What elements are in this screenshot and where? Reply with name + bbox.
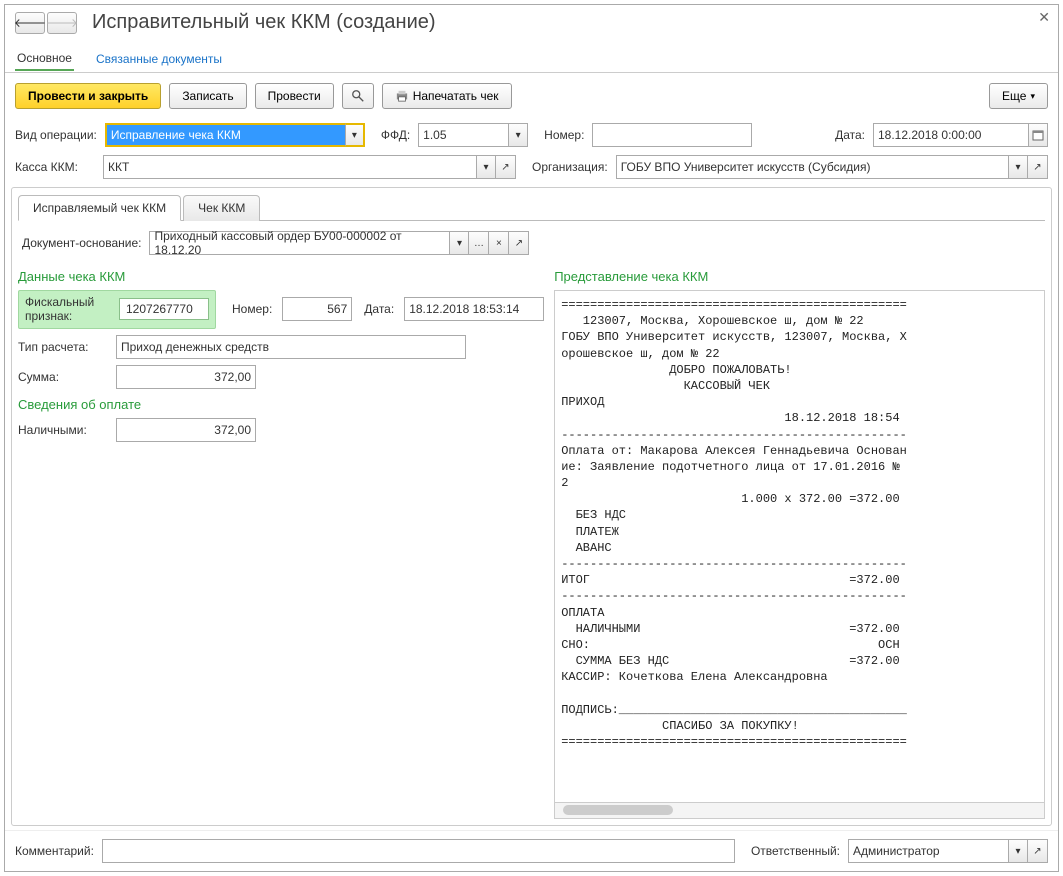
cheque-num-field[interactable]: 567 <box>282 297 352 321</box>
responsible-open-button[interactable]: ↗ <box>1028 839 1048 863</box>
receipt-title: Представление чека ККМ <box>554 269 1045 284</box>
responsible-label: Ответственный: <box>751 844 840 858</box>
responsible-field[interactable]: Администратор <box>848 839 1008 863</box>
chevron-down-icon: ▾ <box>1030 91 1035 102</box>
cheque-date-label: Дата: <box>364 302 394 316</box>
open-icon: ↗ <box>1033 162 1041 173</box>
fiscal-sign-label: Фискальный признак: <box>25 295 113 324</box>
comment-field[interactable] <box>102 839 735 863</box>
basis-open-button[interactable]: ↗ <box>509 231 529 255</box>
kassa-label: Касса ККМ: <box>15 160 95 174</box>
org-open-button[interactable]: ↗ <box>1028 155 1048 179</box>
number-label: Номер: <box>544 128 584 142</box>
cash-field[interactable]: 372,00 <box>116 418 256 442</box>
org-label: Организация: <box>532 160 608 174</box>
nav-forward-button[interactable]: 🡒 <box>47 12 77 34</box>
window-frame: ✕ 🡐 🡒 Исправительный чек ККМ (создание) … <box>4 4 1059 872</box>
doc-basis-row: Документ-основание: Приходный кассовый о… <box>18 221 1045 261</box>
footer: Комментарий: Ответственный: Администрато… <box>5 830 1058 871</box>
basis-select-button[interactable]: … <box>469 231 489 255</box>
view-payments-button[interactable] <box>342 83 374 109</box>
op-type-dropdown-button[interactable]: ▾ <box>345 123 365 147</box>
arrow-left-icon: 🡐 <box>14 15 46 30</box>
print-cheque-label: Напечатать чек <box>413 89 499 103</box>
more-label: Еще <box>1002 89 1026 103</box>
cheque-date-field[interactable]: 18.12.2018 18:53:14 <box>404 297 544 321</box>
open-icon: ↗ <box>1033 846 1041 857</box>
subtabs: Исправляемый чек ККМ Чек ККМ <box>18 194 1045 221</box>
sum-field[interactable]: 372,00 <box>116 365 256 389</box>
arrow-right-icon: 🡒 <box>46 15 78 30</box>
cheque-data-title: Данные чека ККМ <box>18 269 544 284</box>
basis-clear-button[interactable]: × <box>489 231 509 255</box>
subtab-corrected[interactable]: Исправляемый чек ККМ <box>18 195 181 221</box>
calendar-icon <box>1032 129 1044 141</box>
ffd-field[interactable]: 1.05 <box>418 123 508 147</box>
number-field[interactable] <box>592 123 752 147</box>
op-type-label: Вид операции: <box>15 128 97 142</box>
tab-main[interactable]: Основное <box>15 47 74 71</box>
nav-back-button[interactable]: 🡐 <box>15 12 45 34</box>
cash-label: Наличными: <box>18 423 106 437</box>
kassa-open-button[interactable]: ↗ <box>496 155 516 179</box>
right-column: Представление чека ККМ =================… <box>554 261 1045 819</box>
ffd-dropdown-button[interactable]: ▾ <box>508 123 528 147</box>
receipt-preview[interactable]: ========================================… <box>554 290 1045 803</box>
form-row-2: Касса ККМ: ККТ ▾ ↗ Организация: ГОБУ ВПО… <box>5 151 1058 183</box>
close-icon[interactable]: ✕ <box>1038 9 1050 26</box>
fiscal-sign-field[interactable]: 1207267770 <box>119 298 209 320</box>
basis-label: Документ-основание: <box>22 236 141 250</box>
cheque-num-label: Номер: <box>232 302 272 316</box>
basis-dropdown-button[interactable]: ▾ <box>449 231 469 255</box>
open-icon: ↗ <box>515 238 523 249</box>
toolbar: Провести и закрыть Записать Провести Нап… <box>5 73 1058 119</box>
receipt-hscrollbar[interactable] <box>554 803 1045 819</box>
titlebar: 🡐 🡒 Исправительный чек ККМ (создание) <box>5 5 1058 40</box>
printer-icon <box>395 90 409 102</box>
date-label: Дата: <box>835 128 865 142</box>
date-field[interactable]: 18.12.2018 0:00:00 <box>873 123 1028 147</box>
print-cheque-button[interactable]: Напечатать чек <box>382 83 512 109</box>
calc-type-field[interactable]: Приход денежных средств <box>116 335 466 359</box>
post-button[interactable]: Провести <box>255 83 334 109</box>
subtab-cheque[interactable]: Чек ККМ <box>183 195 260 221</box>
magnifier-icon <box>351 89 365 103</box>
sum-label: Сумма: <box>18 370 106 384</box>
content-area: Исправляемый чек ККМ Чек ККМ Документ-ос… <box>11 187 1052 826</box>
calc-type-label: Тип расчета: <box>18 340 106 354</box>
op-type-field[interactable]: Исправление чека ККМ <box>105 123 345 147</box>
payment-title: Сведения об оплате <box>18 397 544 412</box>
page-title: Исправительный чек ККМ (создание) <box>92 11 436 34</box>
main-tabstrip: Основное Связанные документы <box>5 45 1058 73</box>
kassa-field[interactable]: ККТ <box>103 155 476 179</box>
org-dropdown-button[interactable]: ▾ <box>1008 155 1028 179</box>
basis-field[interactable]: Приходный кассовый ордер БУ00-000002 от … <box>149 231 449 255</box>
save-button[interactable]: Записать <box>169 83 246 109</box>
tab-linked-docs[interactable]: Связанные документы <box>94 48 224 70</box>
date-picker-button[interactable] <box>1028 123 1048 147</box>
org-field[interactable]: ГОБУ ВПО Университет искусств (Субсидия) <box>616 155 1008 179</box>
post-and-close-button[interactable]: Провести и закрыть <box>15 83 161 109</box>
kassa-dropdown-button[interactable]: ▾ <box>476 155 496 179</box>
responsible-dropdown-button[interactable]: ▾ <box>1008 839 1028 863</box>
scrollbar-thumb[interactable] <box>563 805 673 815</box>
fiscal-sign-box: Фискальный признак: 1207267770 <box>18 290 216 329</box>
ffd-label: ФФД: <box>381 128 410 142</box>
comment-label: Комментарий: <box>15 844 94 858</box>
form-row-1: Вид операции: Исправление чека ККМ ▾ ФФД… <box>5 119 1058 151</box>
open-icon: ↗ <box>501 162 509 173</box>
more-button[interactable]: Еще ▾ <box>989 83 1048 109</box>
left-column: Данные чека ККМ Фискальный признак: 1207… <box>18 261 544 819</box>
